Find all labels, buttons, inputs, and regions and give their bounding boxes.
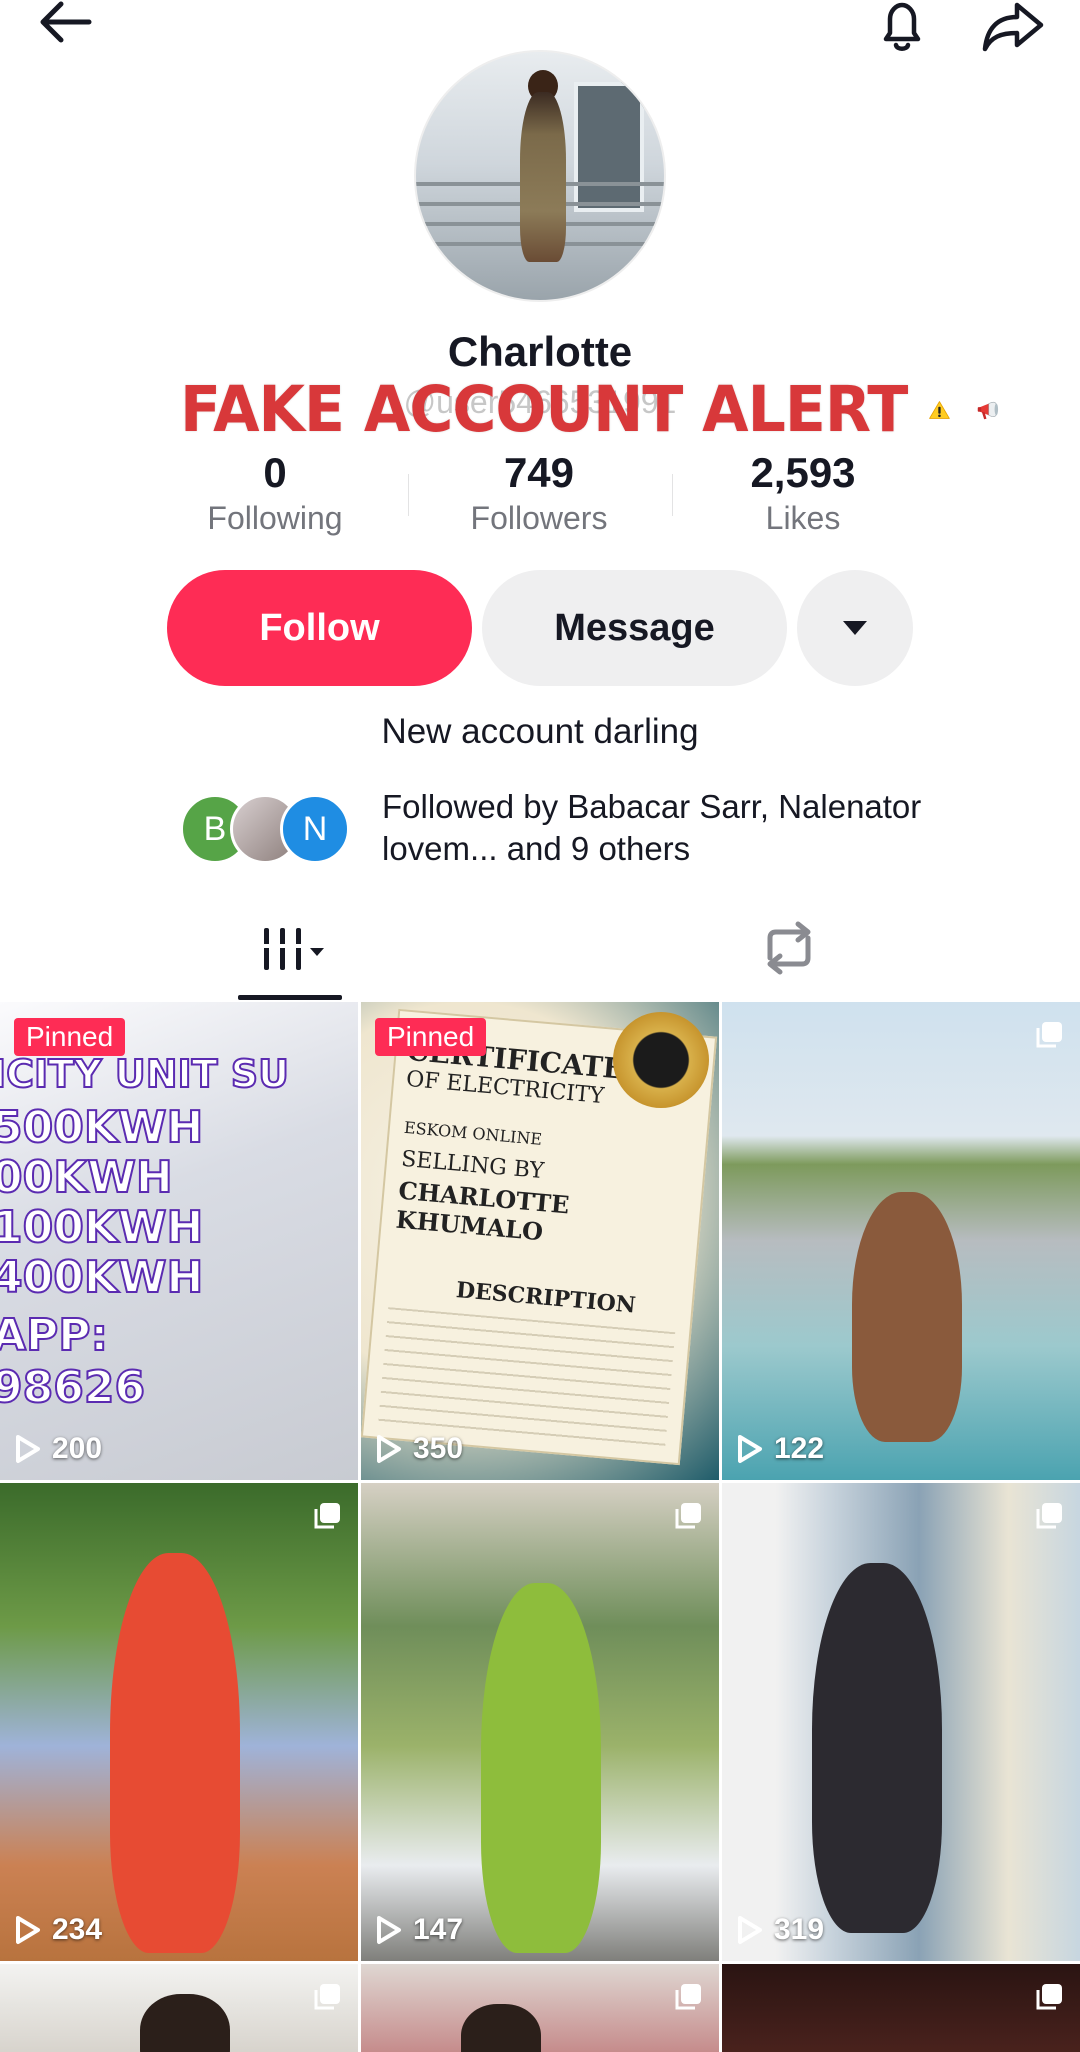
video-thumbnail[interactable]: ICITY UNIT SU 500KWH 00KWH 100KWH 400KWH… [0,1002,358,1480]
suggested-accounts-dropdown[interactable] [797,570,913,686]
avatar: N [280,794,350,864]
bell-icon[interactable] [862,0,942,62]
active-tab-indicator [238,995,342,1000]
repost-icon [767,921,811,975]
content-tabs [0,900,1080,1002]
view-count: 200 [14,1432,102,1466]
play-icon [738,1916,762,1944]
stat-followers[interactable]: 749 Followers [429,448,649,537]
pinned-badge: Pinned [375,1018,487,1056]
multi-photo-icon [314,1984,340,2010]
multi-photo-icon [675,1503,701,1529]
multi-photo-icon [314,1503,340,1529]
video-thumbnail[interactable] [361,1964,719,2052]
multi-photo-icon [1036,1503,1062,1529]
view-count: 122 [736,1432,824,1466]
view-count: 234 [14,1913,102,1947]
video-thumbnail[interactable]: CERTIFICATE OF ELECTRICITY ESKOM ONLINE … [361,1002,719,1480]
certificate-seal [613,1012,709,1108]
multi-photo-icon [1036,1984,1062,2010]
video-thumbnail[interactable] [0,1964,358,2052]
stat-divider [672,474,673,516]
stat-divider [408,474,409,516]
video-thumbnail[interactable] [722,1964,1080,2052]
play-icon [377,1916,401,1944]
play-icon [16,1435,40,1463]
fake-account-alert-banner: FAKE ACCOUNT ALERT [180,368,1000,452]
view-count: 350 [375,1432,463,1466]
play-icon [16,1916,40,1944]
stats-row: 0 Following 749 Followers 2,593 Likes [0,448,1080,548]
video-thumbnail[interactable]: 122 [722,1002,1080,1480]
video-thumbnail[interactable]: 319 [722,1483,1080,1961]
tab-videos[interactable] [238,918,342,978]
view-count: 319 [736,1913,824,1947]
video-grid-icon [260,928,324,970]
stat-likes[interactable]: 2,593 Likes [693,448,913,537]
play-icon [377,1435,401,1463]
profile-avatar[interactable] [414,50,666,302]
video-thumbnail[interactable]: 147 [361,1483,719,1961]
alert-text: FAKE ACCOUNT ALERT [180,373,908,447]
multi-photo-icon [1036,1022,1062,1048]
share-icon[interactable] [968,0,1058,62]
message-button[interactable]: Message [482,570,787,686]
megaphone-icon [977,401,999,420]
back-arrow-icon[interactable] [30,0,100,52]
profile-bio: New account darling [381,712,699,751]
tab-reposts[interactable] [754,918,824,978]
followed-by-text: Followed by Babacar Sarr, Nalenator love… [382,788,922,867]
video-thumbnail[interactable]: 234 [0,1483,358,1961]
pinned-badge: Pinned [14,1018,126,1056]
multi-photo-icon [675,1984,701,2010]
warning-icon [929,401,951,419]
caret-down-icon [843,621,867,635]
follow-button[interactable]: Follow [167,570,472,686]
stat-following[interactable]: 0 Following [165,448,385,537]
play-icon [738,1435,762,1463]
view-count: 147 [375,1913,463,1947]
video-grid: ICITY UNIT SU 500KWH 00KWH 100KWH 400KWH… [0,1002,1080,2052]
followed-by-row[interactable]: B N Followed by Babacar Sarr, Nalenator … [180,786,940,876]
